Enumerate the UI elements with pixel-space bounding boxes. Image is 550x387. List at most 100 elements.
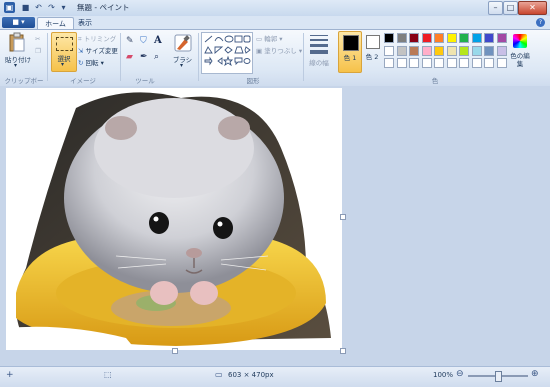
ribbon-separator [198,33,199,81]
palette-swatch[interactable] [421,58,432,68]
brush-icon [174,34,192,52]
canvas-resize-handle-right[interactable] [340,214,346,220]
rotate-button[interactable]: ↻ 回転 ▾ [78,57,104,67]
palette-swatch[interactable] [384,45,394,56]
undo-icon[interactable]: ↶ [33,2,44,13]
palette-swatch[interactable] [421,45,432,56]
customize-quick-access-icon[interactable]: ▾ [58,2,69,13]
color-picker-icon[interactable]: ✒ [140,52,148,62]
outline-button[interactable]: ▭ 輪郭 ▾ [256,33,283,43]
zoom-in-button[interactable]: ⊕ [531,369,539,379]
close-button[interactable]: ✕ [518,1,547,15]
select-button[interactable]: 選択 ▾ [51,32,77,72]
color2-button[interactable]: 色 2 [362,31,382,71]
palette-swatch[interactable] [459,45,469,56]
window-title: 無題 - ペイント [77,3,130,12]
rotate-label: 回転 [85,59,99,67]
maximize-button[interactable]: □ [503,1,518,15]
ribbon-separator [47,33,48,81]
paste-dropdown-icon[interactable]: ▾ [14,62,17,69]
palette-swatch[interactable] [446,45,457,56]
palette-swatch[interactable] [459,33,469,43]
image-size-icon: ▭ [215,370,223,379]
text-icon[interactable]: A [154,35,162,46]
hamster-photo [6,92,331,350]
size-line-medium [310,39,328,41]
fill-style-icon: ▣ [256,47,263,55]
canvas-resize-handle-bottom[interactable] [172,348,178,354]
palette-swatch[interactable] [409,58,419,68]
cut-icon[interactable]: ✂ [35,35,40,43]
palette-swatch[interactable] [496,45,507,56]
palette-swatch[interactable] [421,33,432,43]
color1-button[interactable]: 色 1 [338,31,362,73]
fill-style-label: 塗りつぶし [264,47,297,55]
palette-swatch[interactable] [434,58,444,68]
palette-swatch[interactable] [471,58,482,68]
magnifier-icon[interactable]: ⌕ [154,52,159,62]
help-icon[interactable]: ? [536,18,545,27]
fill-style-button[interactable]: ▣ 塗りつぶし ▾ [256,45,302,55]
zoom-slider-thumb[interactable] [495,371,502,382]
palette-swatch[interactable] [446,58,457,68]
crop-button[interactable]: ⌗ トリミング [78,33,116,44]
paint-menu-button[interactable]: ■ ▾ [2,17,35,28]
palette-swatch[interactable] [484,58,494,68]
select-rect-icon [56,37,73,51]
palette-swatch[interactable] [396,33,407,43]
zoom-out-button[interactable]: ⊖ [456,369,464,379]
palette-swatch[interactable] [484,45,494,56]
palette-swatch[interactable] [384,33,394,43]
palette-swatch[interactable] [396,58,407,68]
crop-label: トリミング [83,35,117,43]
select-dropdown-icon: ▾ [61,61,65,68]
tab-view[interactable]: 表示 [74,17,96,29]
colors-group-label: 色 [431,77,439,85]
size-line-thickest [310,50,328,54]
palette-swatch[interactable] [409,33,419,43]
copy-icon[interactable]: ❐ [35,47,41,55]
ribbon-separator [120,33,121,81]
palette-swatch[interactable] [434,45,444,56]
size-line-thick [310,44,328,47]
tools-group-label: ツール [135,77,155,85]
edit-colors-button[interactable]: 色の編集 [509,32,531,72]
ribbon-separator [303,33,304,81]
save-icon[interactable]: ■ [20,2,31,13]
color1-swatch [343,35,359,51]
palette-swatch[interactable] [459,58,469,68]
palette-swatch[interactable] [434,33,444,43]
palette-swatch[interactable] [496,33,507,43]
paste-label: 貼り付け [5,56,31,64]
palette-swatch[interactable] [471,45,482,56]
pencil-icon[interactable]: ✎ [126,36,134,46]
palette-swatch[interactable] [396,45,407,56]
eraser-icon[interactable]: ▰ [126,52,133,62]
canvas[interactable] [6,88,342,350]
resize-label: サイズ変更 [85,47,118,55]
resize-icon: ⇲ [78,47,84,55]
clipboard-icon [9,32,25,52]
palette-swatch[interactable] [496,58,507,68]
selection-size-icon: ⬚ [104,370,112,379]
rotate-icon: ↻ [78,59,84,67]
size-line-thin [310,35,328,36]
palette-swatch[interactable] [409,45,419,56]
palette-swatch[interactable] [446,33,457,43]
shapes-group-label: 図形 [246,77,260,85]
color2-label: 色 2 [365,53,379,61]
palette-swatch[interactable] [484,33,494,43]
size-button[interactable]: 線の幅 [308,33,330,71]
palette-swatch[interactable] [384,58,394,68]
shapes-gallery[interactable] [201,32,253,74]
fill-icon[interactable]: ⛉ [140,36,147,46]
minimize-button[interactable]: – [488,1,503,15]
canvas-resize-handle-corner[interactable] [340,348,346,354]
paste-button[interactable] [8,32,26,52]
resize-button[interactable]: ⇲ サイズ変更 [78,45,118,55]
redo-icon[interactable]: ↷ [46,2,57,13]
paint-app-icon[interactable]: ▣ [4,2,15,13]
outline-icon: ▭ [256,35,263,43]
brushes-button[interactable]: ブラシ ▾ [170,32,195,72]
palette-swatch[interactable] [471,33,482,43]
